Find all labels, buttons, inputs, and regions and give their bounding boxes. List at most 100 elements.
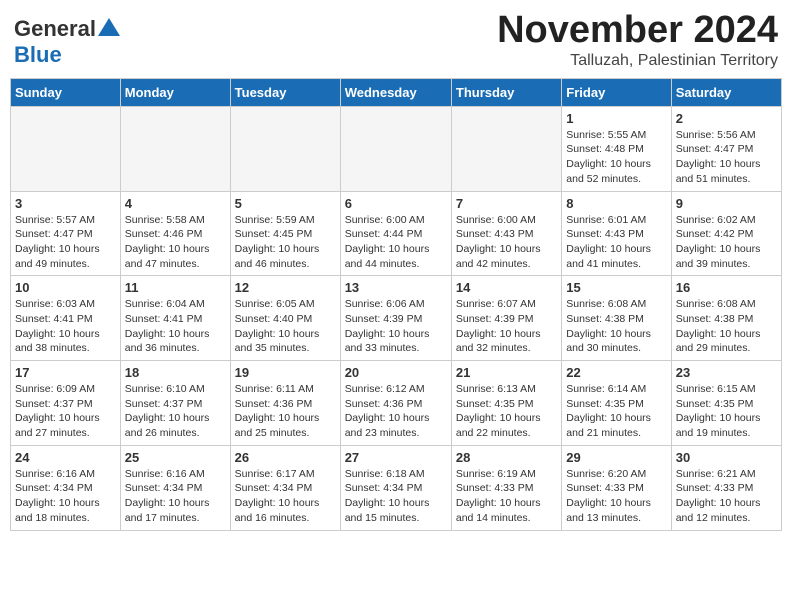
day-info: Sunrise: 6:15 AM Sunset: 4:35 PM Dayligh… — [676, 382, 777, 441]
calendar-cell: 22 Sunrise: 6:14 AM Sunset: 4:35 PM Dayli… — [562, 361, 671, 446]
day-number: 4 — [125, 196, 226, 211]
logo-general-text: General — [14, 16, 96, 42]
day-number: 26 — [235, 450, 336, 465]
day-number: 5 — [235, 196, 336, 211]
day-info: Sunrise: 6:14 AM Sunset: 4:35 PM Dayligh… — [566, 382, 666, 441]
calendar-week-row: 24 Sunrise: 6:16 AM Sunset: 4:34 PM Dayli… — [11, 445, 782, 530]
day-number: 11 — [125, 280, 226, 295]
calendar-cell — [451, 106, 561, 191]
calendar-cell: 16 Sunrise: 6:08 AM Sunset: 4:38 PM Dayli… — [671, 276, 781, 361]
day-number: 15 — [566, 280, 666, 295]
header: General Blue November 2024 Talluzah, Pal… — [10, 10, 782, 70]
day-number: 2 — [676, 111, 777, 126]
calendar-cell: 30Sunrise: 6:21 AM Sunset: 4:33 PM Dayli… — [671, 445, 781, 530]
calendar-cell: 14 Sunrise: 6:07 AM Sunset: 4:39 PM Dayli… — [451, 276, 561, 361]
day-info: Sunrise: 6:12 AM Sunset: 4:36 PM Dayligh… — [345, 382, 447, 441]
calendar-header-tuesday: Tuesday — [230, 78, 340, 106]
calendar: SundayMondayTuesdayWednesdayThursdayFrid… — [10, 78, 782, 531]
day-info: Sunrise: 6:00 AM Sunset: 4:44 PM Dayligh… — [345, 213, 447, 272]
day-info: Sunrise: 5:56 AM Sunset: 4:47 PM Dayligh… — [676, 128, 777, 187]
calendar-header-row: SundayMondayTuesdayWednesdayThursdayFrid… — [11, 78, 782, 106]
day-info: Sunrise: 5:59 AM Sunset: 4:45 PM Dayligh… — [235, 213, 336, 272]
calendar-cell: 7 Sunrise: 6:00 AM Sunset: 4:43 PM Daylig… — [451, 191, 561, 276]
calendar-cell: 21 Sunrise: 6:13 AM Sunset: 4:35 PM Dayli… — [451, 361, 561, 446]
calendar-cell: 19 Sunrise: 6:11 AM Sunset: 4:36 PM Dayli… — [230, 361, 340, 446]
calendar-cell: 12 Sunrise: 6:05 AM Sunset: 4:40 PM Dayli… — [230, 276, 340, 361]
day-info: Sunrise: 6:21 AM Sunset: 4:33 PM Dayligh… — [676, 467, 777, 526]
calendar-cell: 23 Sunrise: 6:15 AM Sunset: 4:35 PM Dayli… — [671, 361, 781, 446]
day-info: Sunrise: 6:20 AM Sunset: 4:33 PM Dayligh… — [566, 467, 666, 526]
title-section: November 2024 Talluzah, Palestinian Terr… — [497, 10, 778, 70]
day-info: Sunrise: 6:13 AM Sunset: 4:35 PM Dayligh… — [456, 382, 557, 441]
day-info: Sunrise: 6:09 AM Sunset: 4:37 PM Dayligh… — [15, 382, 116, 441]
day-info: Sunrise: 6:08 AM Sunset: 4:38 PM Dayligh… — [566, 297, 666, 356]
day-number: 22 — [566, 365, 666, 380]
day-number: 17 — [15, 365, 116, 380]
calendar-week-row: 3 Sunrise: 5:57 AM Sunset: 4:47 PM Daylig… — [11, 191, 782, 276]
day-number: 12 — [235, 280, 336, 295]
location: Talluzah, Palestinian Territory — [497, 52, 778, 70]
logo: General Blue — [14, 10, 120, 68]
day-number: 10 — [15, 280, 116, 295]
day-info: Sunrise: 5:58 AM Sunset: 4:46 PM Dayligh… — [125, 213, 226, 272]
day-number: 16 — [676, 280, 777, 295]
day-number: 7 — [456, 196, 557, 211]
day-number: 27 — [345, 450, 447, 465]
calendar-cell: 2 Sunrise: 5:56 AM Sunset: 4:47 PM Daylig… — [671, 106, 781, 191]
day-info: Sunrise: 5:55 AM Sunset: 4:48 PM Dayligh… — [566, 128, 666, 187]
day-number: 1 — [566, 111, 666, 126]
day-info: Sunrise: 6:05 AM Sunset: 4:40 PM Dayligh… — [235, 297, 336, 356]
day-number: 9 — [676, 196, 777, 211]
day-number: 21 — [456, 365, 557, 380]
day-info: Sunrise: 6:16 AM Sunset: 4:34 PM Dayligh… — [15, 467, 116, 526]
calendar-cell: 29Sunrise: 6:20 AM Sunset: 4:33 PM Dayli… — [562, 445, 671, 530]
month-title: November 2024 — [497, 10, 778, 52]
calendar-cell: 1 Sunrise: 5:55 AM Sunset: 4:48 PM Daylig… — [562, 106, 671, 191]
calendar-cell: 26 Sunrise: 6:17 AM Sunset: 4:34 PM Dayli… — [230, 445, 340, 530]
calendar-week-row: 1 Sunrise: 5:55 AM Sunset: 4:48 PM Daylig… — [11, 106, 782, 191]
day-number: 23 — [676, 365, 777, 380]
calendar-cell: 4 Sunrise: 5:58 AM Sunset: 4:46 PM Daylig… — [120, 191, 230, 276]
day-number: 24 — [15, 450, 116, 465]
day-info: Sunrise: 6:11 AM Sunset: 4:36 PM Dayligh… — [235, 382, 336, 441]
day-info: Sunrise: 6:18 AM Sunset: 4:34 PM Dayligh… — [345, 467, 447, 526]
day-info: Sunrise: 6:04 AM Sunset: 4:41 PM Dayligh… — [125, 297, 226, 356]
calendar-cell — [230, 106, 340, 191]
day-number: 19 — [235, 365, 336, 380]
day-number: 25 — [125, 450, 226, 465]
calendar-cell: 17 Sunrise: 6:09 AM Sunset: 4:37 PM Dayli… — [11, 361, 121, 446]
day-number: 8 — [566, 196, 666, 211]
day-number: 28 — [456, 450, 557, 465]
calendar-cell: 24 Sunrise: 6:16 AM Sunset: 4:34 PM Dayli… — [11, 445, 121, 530]
day-info: Sunrise: 6:02 AM Sunset: 4:42 PM Dayligh… — [676, 213, 777, 272]
calendar-header-thursday: Thursday — [451, 78, 561, 106]
day-info: Sunrise: 6:00 AM Sunset: 4:43 PM Dayligh… — [456, 213, 557, 272]
calendar-header-friday: Friday — [562, 78, 671, 106]
logo-triangle-icon — [98, 18, 120, 36]
calendar-header-saturday: Saturday — [671, 78, 781, 106]
day-info: Sunrise: 6:07 AM Sunset: 4:39 PM Dayligh… — [456, 297, 557, 356]
calendar-cell: 20 Sunrise: 6:12 AM Sunset: 4:36 PM Dayli… — [340, 361, 451, 446]
calendar-cell: 11 Sunrise: 6:04 AM Sunset: 4:41 PM Dayli… — [120, 276, 230, 361]
calendar-cell: 15 Sunrise: 6:08 AM Sunset: 4:38 PM Dayli… — [562, 276, 671, 361]
calendar-cell: 3 Sunrise: 5:57 AM Sunset: 4:47 PM Daylig… — [11, 191, 121, 276]
day-number: 20 — [345, 365, 447, 380]
calendar-cell: 5 Sunrise: 5:59 AM Sunset: 4:45 PM Daylig… — [230, 191, 340, 276]
calendar-cell — [11, 106, 121, 191]
calendar-week-row: 10 Sunrise: 6:03 AM Sunset: 4:41 PM Dayli… — [11, 276, 782, 361]
day-info: Sunrise: 5:57 AM Sunset: 4:47 PM Dayligh… — [15, 213, 116, 272]
day-info: Sunrise: 6:17 AM Sunset: 4:34 PM Dayligh… — [235, 467, 336, 526]
calendar-header-sunday: Sunday — [11, 78, 121, 106]
day-number: 13 — [345, 280, 447, 295]
day-info: Sunrise: 6:01 AM Sunset: 4:43 PM Dayligh… — [566, 213, 666, 272]
day-info: Sunrise: 6:08 AM Sunset: 4:38 PM Dayligh… — [676, 297, 777, 356]
day-info: Sunrise: 6:10 AM Sunset: 4:37 PM Dayligh… — [125, 382, 226, 441]
day-info: Sunrise: 6:03 AM Sunset: 4:41 PM Dayligh… — [15, 297, 116, 356]
calendar-week-row: 17 Sunrise: 6:09 AM Sunset: 4:37 PM Dayli… — [11, 361, 782, 446]
calendar-header-wednesday: Wednesday — [340, 78, 451, 106]
day-number: 3 — [15, 196, 116, 211]
calendar-cell — [340, 106, 451, 191]
day-number: 14 — [456, 280, 557, 295]
calendar-header-monday: Monday — [120, 78, 230, 106]
calendar-cell: 18Sunrise: 6:10 AM Sunset: 4:37 PM Dayli… — [120, 361, 230, 446]
